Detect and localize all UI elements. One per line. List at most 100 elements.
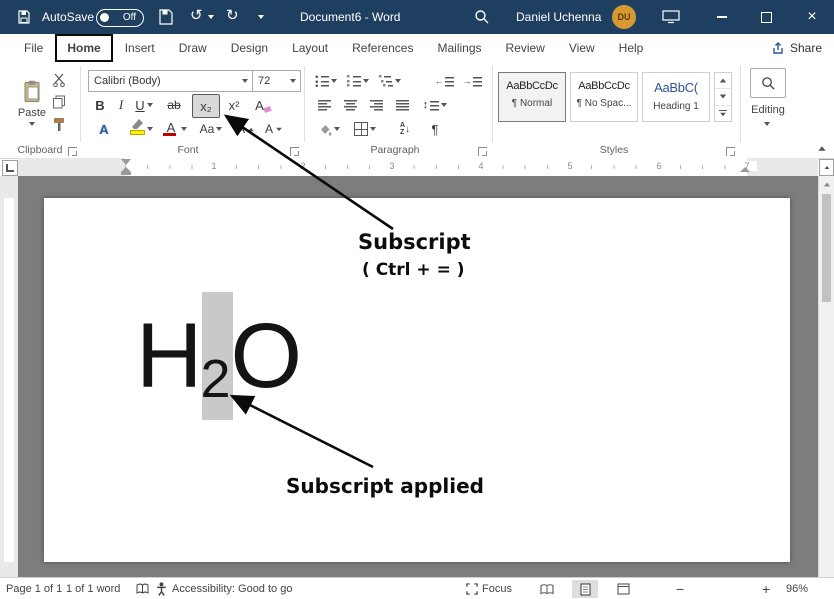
style-no-spacing[interactable]: AaBbCcDc ¶ No Spac... xyxy=(570,72,638,122)
align-center-button[interactable] xyxy=(338,94,362,116)
tab-insert[interactable]: Insert xyxy=(113,34,167,62)
numbering-button[interactable] xyxy=(344,70,372,92)
tab-file[interactable]: File xyxy=(12,34,55,62)
tab-references[interactable]: References xyxy=(340,34,425,62)
split-window-handle[interactable] xyxy=(819,159,834,176)
tab-draw[interactable]: Draw xyxy=(167,34,219,62)
tab-home[interactable]: Home xyxy=(55,34,112,62)
paragraph-dialog-launcher-icon[interactable] xyxy=(478,147,487,156)
customize-quick-access-icon[interactable] xyxy=(258,15,264,19)
bold-button[interactable]: B xyxy=(90,94,110,116)
italic-button[interactable]: I xyxy=(112,94,130,116)
scroll-up-icon[interactable] xyxy=(824,183,830,187)
document-text-line[interactable]: H 2 O xyxy=(136,310,300,402)
font-size-value: 72 xyxy=(258,75,270,87)
underline-button[interactable]: U xyxy=(131,94,157,116)
tab-layout[interactable]: Layout xyxy=(280,34,340,62)
justify-button[interactable] xyxy=(390,94,414,116)
search-icon[interactable] xyxy=(474,9,490,25)
editing-dropdown-icon[interactable] xyxy=(764,122,770,126)
ribbon-display-options-icon[interactable] xyxy=(662,10,680,24)
sort-button[interactable]: A Z ↓ xyxy=(392,118,418,140)
align-right-button[interactable] xyxy=(364,94,388,116)
change-case-button[interactable]: Aa xyxy=(196,118,226,140)
tab-review[interactable]: Review xyxy=(494,34,557,62)
decrease-indent-button[interactable]: ← xyxy=(432,70,456,92)
style-heading-1[interactable]: AaBbC( Heading 1 xyxy=(642,72,710,122)
zoom-in-button[interactable]: + xyxy=(762,578,770,599)
style-normal[interactable]: AaBbCcDc ¶ Normal xyxy=(498,72,566,122)
autosave-toggle[interactable]: Off xyxy=(96,9,144,27)
word-count[interactable]: 1 of 1 word xyxy=(66,578,120,599)
superscript-button[interactable]: x² xyxy=(222,94,246,116)
clear-formatting-button[interactable]: A xyxy=(250,94,276,116)
increase-indent-button[interactable]: → xyxy=(460,70,484,92)
user-name[interactable]: Daniel Uchenna xyxy=(516,10,601,24)
accessibility-icon[interactable] xyxy=(156,582,167,596)
bullets-button[interactable] xyxy=(312,70,340,92)
close-button[interactable]: × xyxy=(792,0,832,34)
quick-access-icon[interactable] xyxy=(16,9,32,25)
cut-icon[interactable] xyxy=(52,73,67,87)
save-icon[interactable] xyxy=(158,9,173,25)
tab-stop-selector[interactable] xyxy=(2,160,18,176)
page-indicator[interactable]: Page 1 of 1 xyxy=(6,578,62,599)
font-color-button[interactable]: A xyxy=(160,118,190,140)
show-paragraph-marks-button[interactable]: ¶ xyxy=(424,118,446,140)
right-indent-marker[interactable] xyxy=(740,167,750,172)
first-line-indent-marker[interactable] xyxy=(121,159,131,165)
tab-help[interactable]: Help xyxy=(607,34,656,62)
multilevel-list-button[interactable] xyxy=(376,70,404,92)
shrink-font-button[interactable]: A xyxy=(262,118,286,140)
focus-button[interactable]: Focus xyxy=(482,578,512,599)
underline-letter: U xyxy=(135,98,144,113)
styles-dialog-launcher-icon[interactable] xyxy=(726,147,735,156)
subscript-button[interactable]: x₂ xyxy=(192,94,220,118)
focus-icon[interactable] xyxy=(466,583,478,595)
zoom-out-button[interactable]: − xyxy=(676,578,684,599)
accessibility-status[interactable]: Accessibility: Good to go xyxy=(172,578,292,599)
copy-icon[interactable] xyxy=(52,95,66,109)
font-size-combobox[interactable]: 72 xyxy=(252,70,301,92)
find-button[interactable] xyxy=(750,68,786,98)
tab-mailings[interactable]: Mailings xyxy=(425,34,493,62)
tab-view[interactable]: View xyxy=(557,34,607,62)
indent-lines-icon xyxy=(473,76,482,87)
paste-button[interactable]: Paste xyxy=(12,68,52,138)
vertical-scrollbar[interactable] xyxy=(818,176,834,577)
format-painter-icon[interactable] xyxy=(52,117,66,132)
align-left-button[interactable] xyxy=(312,94,336,116)
redo-icon[interactable]: ↻ xyxy=(226,8,239,23)
text-effects-button[interactable]: A xyxy=(92,118,116,140)
strikethrough-button[interactable]: ab xyxy=(162,94,186,116)
font-dialog-launcher-icon[interactable] xyxy=(290,147,299,156)
print-layout-button[interactable] xyxy=(572,580,598,598)
styles-scroll-down-button[interactable] xyxy=(715,89,731,105)
web-layout-button[interactable] xyxy=(610,580,636,598)
text-highlight-color-button[interactable] xyxy=(126,118,156,140)
shading-button[interactable] xyxy=(314,118,344,140)
undo-dropdown-icon[interactable] xyxy=(208,15,214,19)
read-mode-button[interactable] xyxy=(534,580,560,598)
styles-scroll-up-button[interactable] xyxy=(715,73,731,89)
undo-icon[interactable]: ↺ xyxy=(190,8,203,23)
left-indent-marker[interactable] xyxy=(121,172,131,175)
font-name-combobox[interactable]: Calibri (Body) xyxy=(88,70,253,92)
borders-button[interactable] xyxy=(350,118,380,140)
document-page[interactable]: H 2 O Subscript ( Ctrl + = ) Subscript a… xyxy=(44,198,790,562)
proofing-icon[interactable] xyxy=(136,583,149,595)
paragraph-group-label: Paragraph xyxy=(310,144,480,156)
collapse-ribbon-icon[interactable] xyxy=(818,146,825,151)
avatar[interactable]: DU xyxy=(612,5,636,29)
zoom-level[interactable]: 96% xyxy=(786,578,808,599)
maximize-button[interactable] xyxy=(746,0,786,34)
minimize-button[interactable] xyxy=(702,0,742,34)
clipboard-dialog-launcher-icon[interactable] xyxy=(68,147,77,156)
grow-font-button[interactable]: A xyxy=(234,118,258,140)
styles-more-button[interactable] xyxy=(715,106,731,121)
scrollbar-thumb[interactable] xyxy=(822,194,831,302)
tab-design[interactable]: Design xyxy=(219,34,280,62)
share-button[interactable]: Share xyxy=(771,34,822,62)
style-preview: AaBbCcDc xyxy=(571,80,637,92)
line-spacing-button[interactable]: ↕ xyxy=(420,94,450,116)
